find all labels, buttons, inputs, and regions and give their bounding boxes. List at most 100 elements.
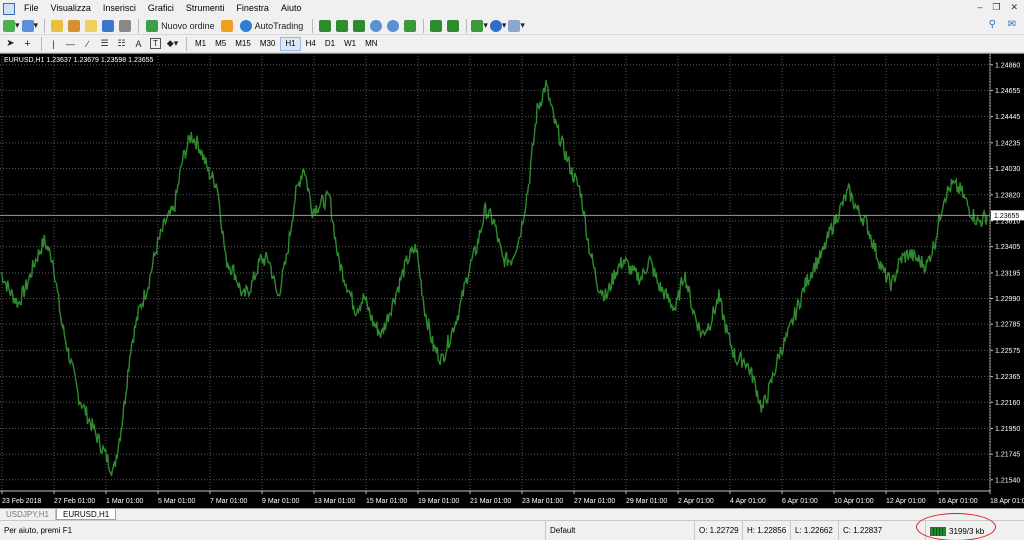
y-tick-label: 1.24655 <box>995 88 1020 95</box>
x-tick-label: 27 Mar 01:00 <box>574 498 615 505</box>
zoom-in-icon <box>369 19 382 32</box>
tile-windows-button[interactable] <box>402 18 417 33</box>
x-tick-label: 12 Apr 01:00 <box>886 498 926 505</box>
menu-file[interactable]: File <box>18 0 45 17</box>
x-tick-label: 23 Feb 2018 <box>2 498 41 505</box>
timeframe-d1[interactable]: D1 <box>321 37 339 51</box>
timeframe-m5[interactable]: M5 <box>211 37 230 51</box>
candlestick-button[interactable] <box>334 18 349 33</box>
chart-window[interactable]: 1.24860 1.24655 1.24445 1.24235 1.24030 1.238… <box>0 53 1024 508</box>
status-traffic[interactable]: 3199/3 kb <box>925 521 1000 540</box>
fibonacci-icon: ☷ <box>117 38 126 48</box>
status-close: C: 1.22837 <box>838 521 884 540</box>
autotrading-icon <box>239 19 252 32</box>
timeframe-m1[interactable]: M1 <box>191 37 210 51</box>
crosshair-button[interactable]: + <box>20 36 35 51</box>
status-bar: Per aiuto, premi F1 Default O: 1.22729 H… <box>0 520 1024 540</box>
chart-tabs: USDJPY,H1 EURUSD,H1 <box>0 508 1024 520</box>
traffic-text: 3199/3 kb <box>949 526 985 536</box>
indicators-button[interactable]: ▾ <box>471 18 488 33</box>
autotrading-button[interactable]: AutoTrading <box>237 18 307 33</box>
y-tick-label: 1.22160 <box>995 400 1020 407</box>
menu-charts[interactable]: Grafici <box>142 0 180 17</box>
y-tick-label: 1.24445 <box>995 114 1020 121</box>
fibonacci-button[interactable]: ☷ <box>114 36 129 51</box>
timeframe-m30[interactable]: M30 <box>256 37 280 51</box>
search-icon[interactable]: ⚲ <box>989 19 996 30</box>
candlestick-icon <box>335 19 348 32</box>
y-tick-label: 1.23195 <box>995 270 1020 277</box>
horizontal-line-icon: — <box>66 38 75 49</box>
shapes-button[interactable]: ◆ ▾ <box>165 36 180 51</box>
chart-shift-icon <box>446 19 459 32</box>
templates-button[interactable]: ▾ <box>508 18 525 33</box>
timeframe-h1[interactable]: H1 <box>280 36 301 51</box>
timeframe-w1[interactable]: W1 <box>340 37 360 51</box>
price-line <box>0 79 988 477</box>
tab-usdjpy[interactable]: USDJPY,H1 <box>0 509 56 520</box>
x-tick-label: 1 Mar 01:00 <box>106 498 143 505</box>
x-tick-label: 6 Apr 01:00 <box>782 498 818 505</box>
horizontal-line-button[interactable]: — <box>63 36 78 51</box>
y-tick-label: 1.22785 <box>995 322 1020 329</box>
menu-insert[interactable]: Inserisci <box>97 0 142 17</box>
window-close-icon[interactable]: ✕ <box>1010 2 1018 13</box>
menu-bar: File Visualizza Inserisci Grafici Strume… <box>0 0 1024 17</box>
x-tick-label: 9 Mar 01:00 <box>262 498 299 505</box>
window-restore-icon[interactable]: ❐ <box>992 2 1000 13</box>
zoom-in-button[interactable] <box>368 18 383 33</box>
y-tick-label: 1.22365 <box>995 374 1020 381</box>
channel-icon: ☰ <box>100 38 109 48</box>
zoom-out-button[interactable] <box>385 18 400 33</box>
text-button[interactable]: A <box>131 36 146 51</box>
trendline-button[interactable]: ∕ <box>80 36 95 51</box>
metaeditor-button[interactable] <box>220 18 235 33</box>
vertical-line-button[interactable]: | <box>46 36 61 51</box>
window-minimize-icon[interactable]: – <box>977 2 982 13</box>
status-open: O: 1.22729 <box>694 521 740 540</box>
x-tick-label: 7 Mar 01:00 <box>210 498 247 505</box>
terminal-button[interactable] <box>100 18 115 33</box>
line-chart-button[interactable] <box>351 18 366 33</box>
status-help: Per aiuto, premi F1 <box>4 526 73 535</box>
new-order-button[interactable]: Nuovo ordine <box>143 18 218 33</box>
tab-eurusd[interactable]: EURUSD,H1 <box>55 509 117 520</box>
x-tick-label: 4 Apr 01:00 <box>730 498 766 505</box>
toolbar-separator <box>423 18 425 33</box>
trendline-icon: ∕ <box>86 38 89 49</box>
menu-help[interactable]: Aiuto <box>275 0 308 17</box>
auto-scroll-button[interactable] <box>428 18 443 33</box>
connection-traffic-icon <box>930 526 946 536</box>
x-tick-label: 23 Mar 01:00 <box>522 498 563 505</box>
bar-chart-button[interactable] <box>317 18 332 33</box>
data-window-button[interactable] <box>83 18 98 33</box>
x-tick-label: 27 Feb 01:00 <box>54 498 95 505</box>
zoom-out-icon <box>386 19 399 32</box>
text-label-button[interactable]: T <box>148 36 163 51</box>
strategy-tester-button[interactable] <box>117 18 132 33</box>
timeframe-m15[interactable]: M15 <box>231 37 255 51</box>
toolbar-separator <box>186 36 187 51</box>
x-tick-label: 15 Mar 01:00 <box>366 498 407 505</box>
price-chart[interactable]: 1.24860 1.24655 1.24445 1.24235 1.24030 1.238… <box>0 54 1024 509</box>
periods-button[interactable]: ▾ <box>489 18 506 33</box>
channel-button[interactable]: ☰ <box>97 36 112 51</box>
y-tick-label: 1.24030 <box>995 166 1020 173</box>
market-watch-button[interactable] <box>49 18 64 33</box>
timeframe-mn[interactable]: MN <box>361 37 381 51</box>
text-label-icon: T <box>150 38 161 49</box>
menu-view[interactable]: Visualizza <box>45 0 97 17</box>
new-chart-button[interactable]: ▾ <box>3 18 20 33</box>
cursor-button[interactable]: ➤ <box>3 36 18 51</box>
vertical-line-icon: | <box>52 38 55 49</box>
profiles-button[interactable]: ▾ <box>21 18 38 33</box>
toolbar-separator <box>312 18 314 33</box>
chat-icon[interactable]: ✉ <box>1008 19 1016 30</box>
menu-window[interactable]: Finestra <box>230 0 275 17</box>
timeframe-h4[interactable]: H4 <box>302 37 320 51</box>
navigator-button[interactable] <box>66 18 81 33</box>
toolbar-separator <box>41 36 42 51</box>
data-window-icon <box>84 19 97 32</box>
chart-shift-button[interactable] <box>445 18 460 33</box>
menu-tools[interactable]: Strumenti <box>180 0 231 17</box>
